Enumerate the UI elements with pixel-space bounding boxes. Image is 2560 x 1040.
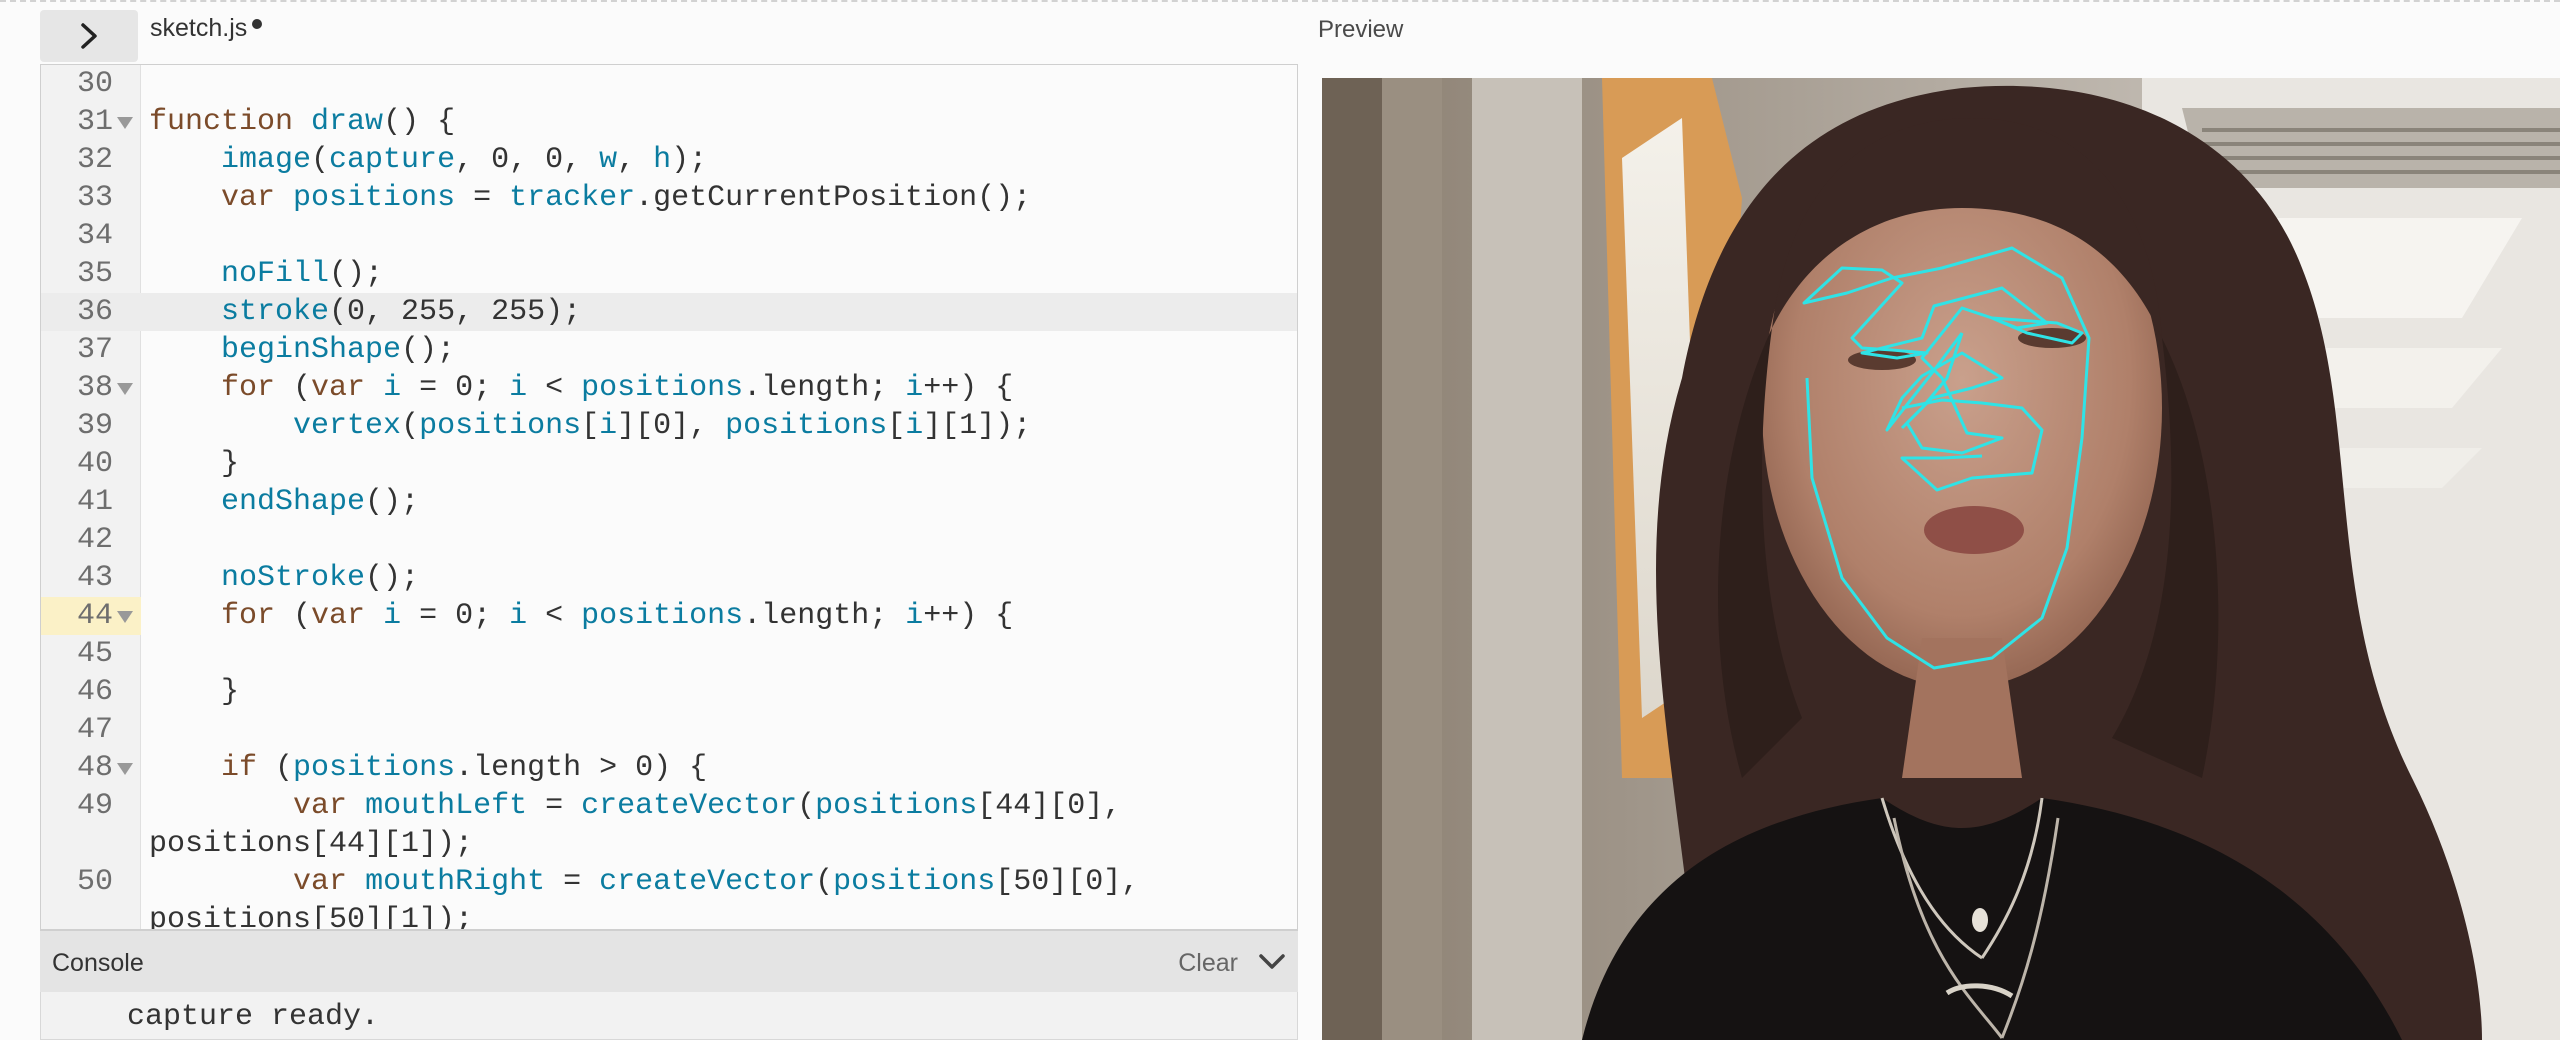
- line-number: 43: [76, 561, 113, 595]
- preview-label: Preview: [1318, 16, 1404, 43]
- fold-arrow-icon[interactable]: [117, 383, 133, 395]
- line-number: 41: [76, 485, 113, 519]
- code-text: var positions = tracker.getCurrentPositi…: [221, 181, 1032, 215]
- line-number: 38: [76, 371, 113, 405]
- code-line[interactable]: 48 if (positions.length > 0) {: [41, 749, 1297, 787]
- line-number: 36: [76, 295, 113, 329]
- line-number: 34: [76, 219, 113, 253]
- code-line[interactable]: 41 endShape();: [41, 483, 1297, 521]
- chevron-right-icon: [81, 23, 97, 49]
- code-line[interactable]: 39 vertex(positions[i][0], positions[i][…: [41, 407, 1297, 445]
- file-tab[interactable]: sketch.js: [150, 14, 263, 43]
- code-text: vertex(positions[i][0], positions[i][1])…: [293, 409, 1032, 443]
- line-number: 30: [76, 67, 113, 101]
- code-text: for (var i = 0; i < positions.length; i+…: [221, 371, 1014, 405]
- code-line[interactable]: 47: [41, 711, 1297, 749]
- code-line[interactable]: 43 noStroke();: [41, 559, 1297, 597]
- code-line[interactable]: 33 var positions = tracker.getCurrentPos…: [41, 179, 1297, 217]
- top-divider: [0, 0, 2560, 3]
- code-line[interactable]: 37 beginShape();: [41, 331, 1297, 369]
- code-text: }: [149, 675, 240, 709]
- fold-arrow-icon[interactable]: [117, 611, 133, 623]
- code-text: noStroke();: [221, 561, 420, 595]
- code-line[interactable]: 42: [41, 521, 1297, 559]
- code-text: }: [149, 447, 240, 481]
- code-line[interactable]: 40 }: [41, 445, 1297, 483]
- line-number: 40: [76, 447, 113, 481]
- code-editor[interactable]: 30 31 function draw() {32 image(capture, 0…: [40, 64, 1298, 930]
- line-number: 39: [76, 409, 113, 443]
- code-text: stroke(0, 255, 255);: [221, 295, 582, 329]
- code-text: function draw() {: [149, 105, 456, 139]
- line-number: 46: [76, 675, 113, 709]
- line-number: 50: [76, 865, 113, 899]
- code-line[interactable]: 35 noFill();: [41, 255, 1297, 293]
- code-text-wrapped: positions[50][1]);: [149, 903, 474, 930]
- code-text: if (positions.length > 0) {: [221, 751, 708, 785]
- line-number: 49: [76, 789, 113, 823]
- code-line[interactable]: 36 stroke(0, 255, 255);: [41, 293, 1297, 331]
- code-line[interactable]: 34: [41, 217, 1297, 255]
- code-text: noFill();: [221, 257, 384, 291]
- webcam-preview-image: [1322, 78, 2560, 1040]
- line-number: 33: [76, 181, 113, 215]
- code-line[interactable]: 30: [41, 65, 1297, 103]
- fold-arrow-icon[interactable]: [117, 117, 133, 129]
- code-line[interactable]: 31 function draw() {: [41, 103, 1297, 141]
- console-message: capture ready.: [127, 1000, 380, 1034]
- expand-sidebar-button[interactable]: [40, 10, 138, 62]
- code-text: endShape();: [221, 485, 420, 519]
- preview-canvas[interactable]: [1322, 78, 2560, 1040]
- code-line[interactable]: 50 var mouthRight = createVector(positio…: [41, 863, 1297, 930]
- line-number: 32: [76, 143, 113, 177]
- console-title: Console: [52, 949, 144, 977]
- chevron-down-icon[interactable]: [1258, 951, 1286, 973]
- code-line[interactable]: 46 }: [41, 673, 1297, 711]
- line-number: 31: [76, 105, 113, 139]
- line-number: 42: [76, 523, 113, 557]
- code-text: image(capture, 0, 0, w, h);: [221, 143, 708, 177]
- code-text: for (var i = 0; i < positions.length; i+…: [221, 599, 1014, 633]
- unsaved-indicator-icon: [252, 19, 263, 29]
- console-clear-button[interactable]: Clear: [1178, 949, 1238, 978]
- line-number: 48: [76, 751, 113, 785]
- line-number: 45: [76, 637, 113, 671]
- code-text-wrapped: positions[44][1]);: [149, 827, 474, 861]
- line-number: 35: [76, 257, 113, 291]
- file-tab-label: sketch.js: [150, 14, 248, 42]
- line-number: 47: [76, 713, 113, 747]
- line-number: 37: [76, 333, 113, 367]
- code-line[interactable]: 49 var mouthLeft = createVector(position…: [41, 787, 1297, 863]
- fold-arrow-icon[interactable]: [117, 763, 133, 775]
- code-text: var mouthRight = createVector(positions[…: [293, 865, 1140, 899]
- console-output: capture ready.: [40, 992, 1298, 1040]
- code-text: var mouthLeft = createVector(positions[4…: [293, 789, 1122, 823]
- code-line[interactable]: 32 image(capture, 0, 0, w, h);: [41, 141, 1297, 179]
- code-line[interactable]: 45: [41, 635, 1297, 673]
- code-line[interactable]: 44 for (var i = 0; i < positions.length;…: [41, 597, 1297, 635]
- code-text: beginShape();: [221, 333, 456, 367]
- code-line[interactable]: 38 for (var i = 0; i < positions.length;…: [41, 369, 1297, 407]
- console-header: Console Clear: [40, 930, 1298, 992]
